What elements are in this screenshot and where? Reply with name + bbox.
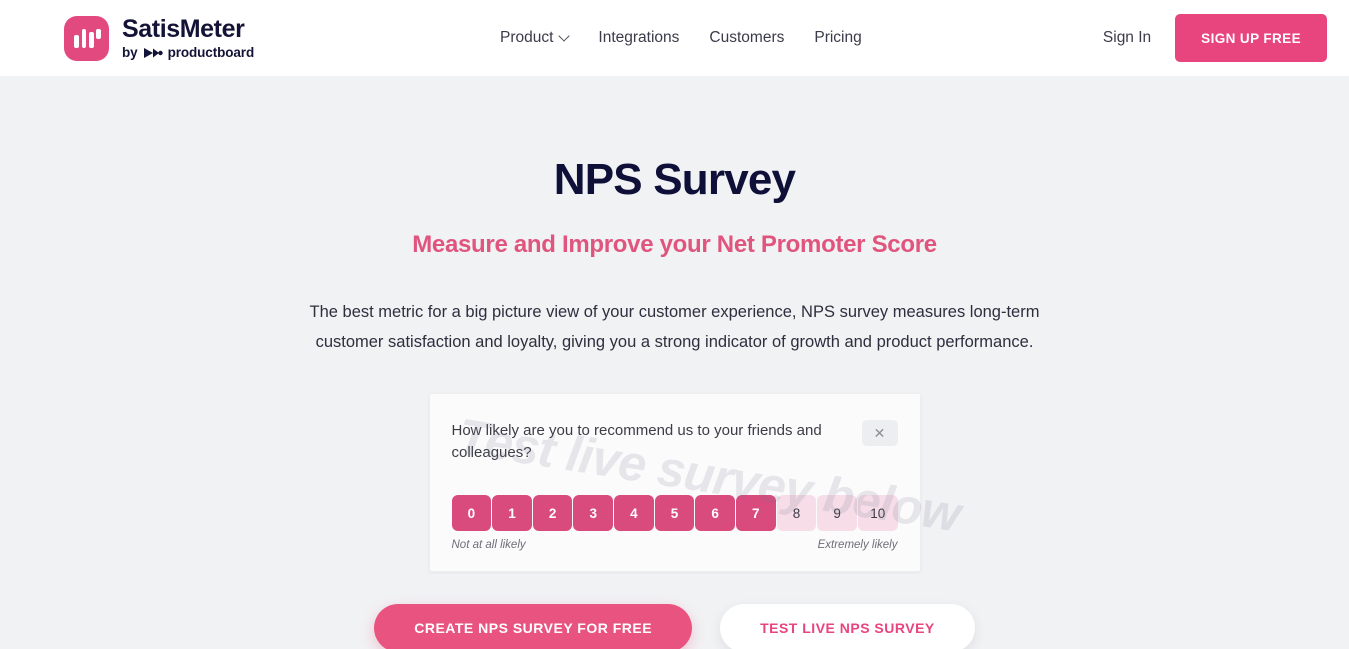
survey-question: How likely are you to recommend us to yo… [451, 422, 822, 462]
score-button-4[interactable]: 4 [614, 495, 654, 532]
nav-item-integrations[interactable]: Integrations [598, 29, 679, 47]
chevron-down-icon [558, 30, 571, 42]
page-subtitle: Measure and Improve your Net Promoter Sc… [412, 231, 937, 259]
brand-text: SatisMeter by productboard [122, 14, 254, 60]
score-button-1[interactable]: 1 [492, 495, 532, 532]
nps-survey-widget: How likely are you to recommend us to yo… [428, 393, 921, 573]
scale-labels: Not at all likely Extremely likely [452, 539, 898, 551]
brand-by-prefix: by [122, 44, 138, 60]
hero-section: NPS Survey Measure and Improve your Net … [0, 76, 1349, 649]
test-live-nps-survey-button[interactable]: TEST LIVE NPS SURVEY [720, 604, 975, 649]
brand-byline: by productboard [122, 46, 254, 60]
site-header: SatisMeter by productboard Product Integ… [0, 0, 1349, 76]
satismeter-bars-icon [64, 15, 109, 61]
survey-header: How likely are you to recommend us to yo… [452, 420, 898, 464]
score-button-2[interactable]: 2 [532, 495, 573, 532]
nav-item-product-label: Product [500, 29, 554, 46]
score-button-3[interactable]: 3 [573, 495, 614, 532]
nps-score-row: 0 1 2 3 4 5 6 7 8 9 10 [451, 495, 898, 532]
brand-by-company: productboard [167, 44, 255, 60]
hero-description: The best metric for a big picture view o… [309, 303, 1040, 352]
brand-name: SatisMeter [122, 14, 245, 43]
main-navigation: Product Integrations Customers Pricing [500, 0, 862, 76]
survey-preview-wrapper: How likely are you to recommend us to yo… [428, 393, 963, 573]
sign-up-free-button[interactable]: SIGN UP FREE [1175, 14, 1327, 62]
score-button-8[interactable]: 8 [776, 495, 817, 532]
score-button-6[interactable]: 6 [695, 495, 735, 532]
score-button-9[interactable]: 9 [817, 495, 857, 532]
score-button-0[interactable]: 0 [451, 495, 492, 532]
scale-label-low: Not at all likely [451, 539, 526, 552]
nav-item-pricing-label: Pricing [814, 29, 862, 46]
score-button-10[interactable]: 10 [857, 495, 898, 532]
scale-label-high: Extremely likely [817, 539, 898, 552]
page-title: NPS Survey [553, 155, 796, 204]
nav-item-customers[interactable]: Customers [709, 29, 784, 47]
nav-item-customers-label: Customers [709, 29, 785, 46]
create-nps-survey-button[interactable]: CREATE NPS SURVEY FOR FREE [374, 604, 693, 649]
brand-logo-link[interactable]: SatisMeter by productboard [64, 14, 254, 61]
nav-item-product[interactable]: Product [500, 29, 571, 47]
productboard-logo-icon [143, 47, 163, 59]
nav-item-integrations-label: Integrations [598, 29, 680, 46]
nav-item-pricing[interactable]: Pricing [814, 29, 861, 47]
score-button-5[interactable]: 5 [654, 495, 695, 532]
header-actions: Sign In SIGN UP FREE [1103, 0, 1327, 76]
score-button-7[interactable]: 7 [735, 495, 776, 532]
sign-in-link[interactable]: Sign In [1103, 29, 1151, 47]
cta-row: CREATE NPS SURVEY FOR FREE TEST LIVE NPS… [0, 604, 1349, 649]
close-icon[interactable]: ✕ [861, 420, 898, 447]
